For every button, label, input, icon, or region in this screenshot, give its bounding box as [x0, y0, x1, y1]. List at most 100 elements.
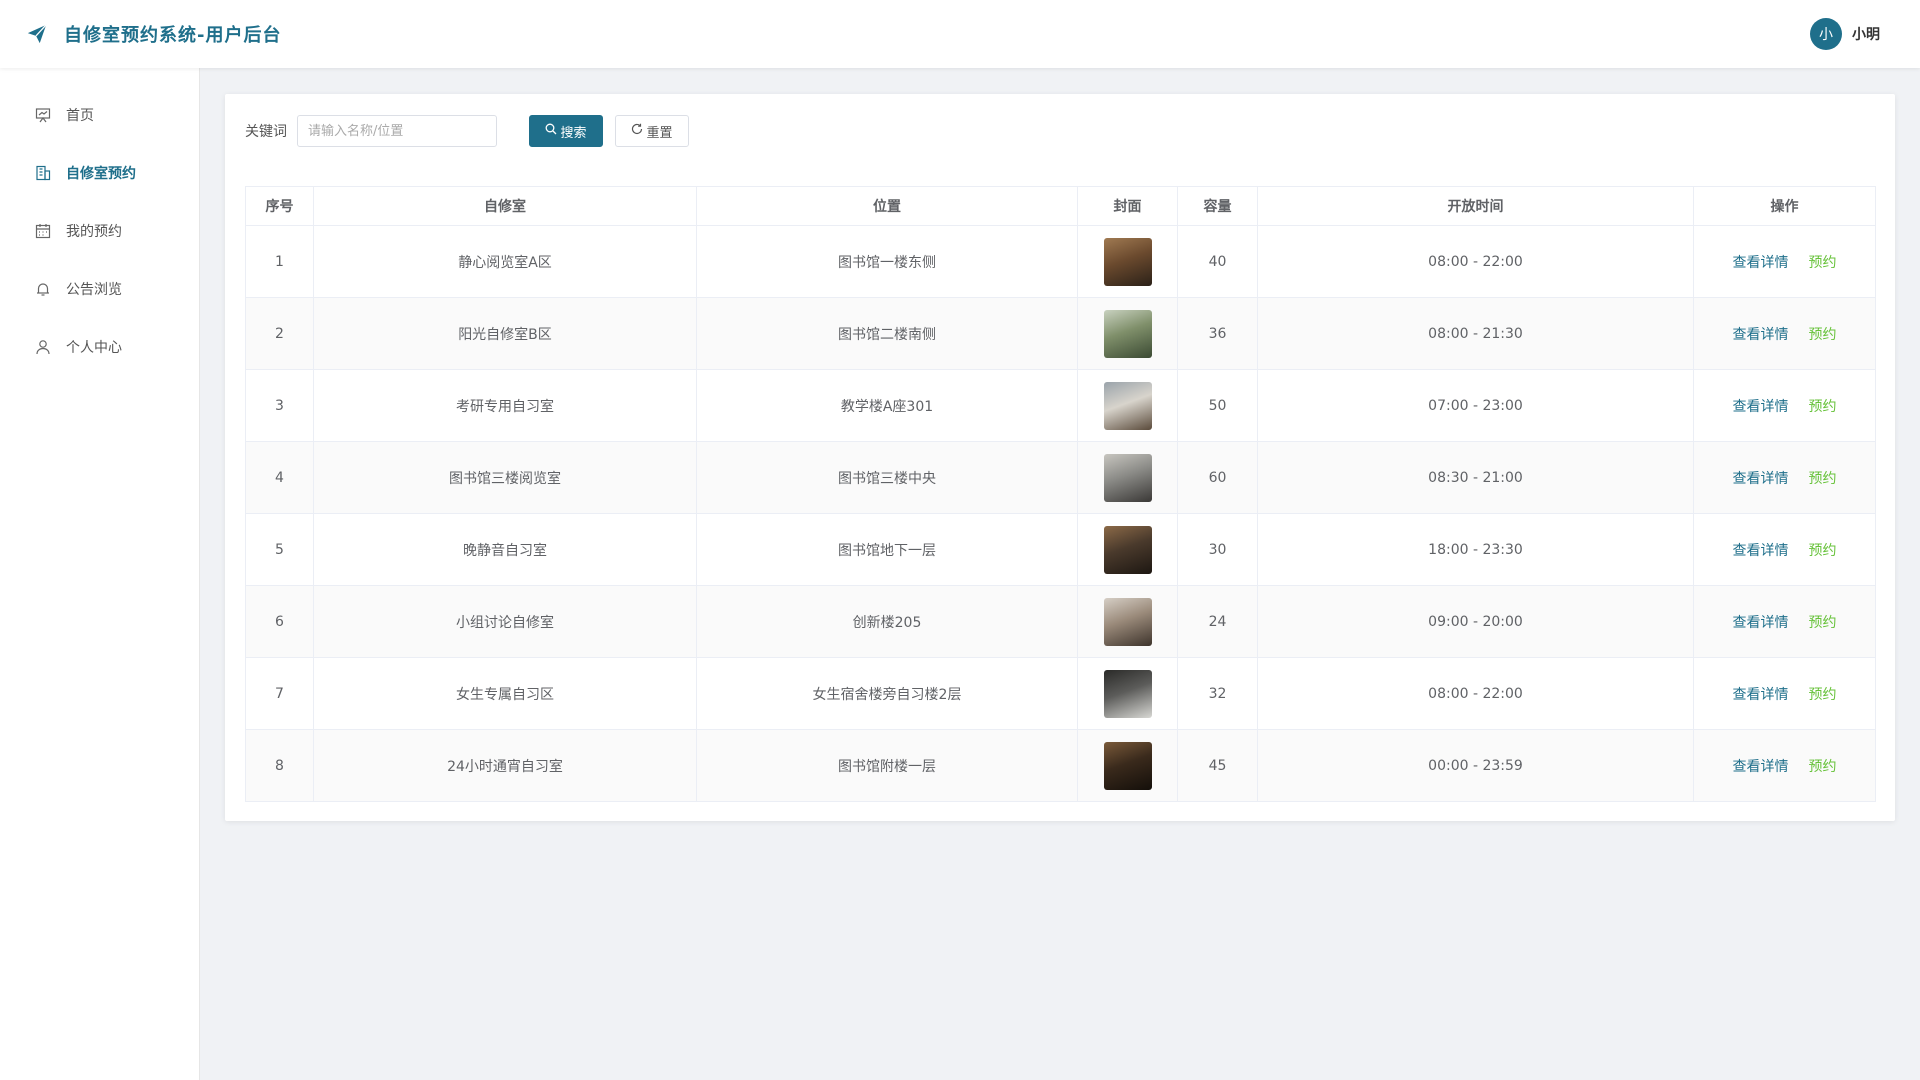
cover-cell	[1077, 513, 1178, 586]
room-list-card: 关键词 搜索 重置 序号 自修室 位置 封面 容量 开放时间	[225, 94, 1895, 821]
table-row: 1 静心阅览室A区 图书馆一楼东侧 40 08:00 - 22:00 查看详情 预约	[245, 225, 1876, 298]
top-header: 自修室预约系统-用户后台 小 小明	[0, 0, 1920, 68]
sidebar-item-my-booking[interactable]: 我的预约	[0, 202, 199, 260]
actions-cell: 查看详情 预约	[1693, 297, 1876, 370]
view-detail-link[interactable]: 查看详情	[1733, 324, 1789, 344]
room-name: 考研专用自习室	[313, 369, 697, 442]
room-hours: 08:30 - 21:00	[1257, 441, 1694, 514]
search-bar: 关键词 搜索 重置	[245, 115, 1875, 147]
view-detail-link[interactable]: 查看详情	[1733, 756, 1789, 776]
room-name: 阳光自修室B区	[313, 297, 697, 370]
room-location: 图书馆三楼中央	[696, 441, 1078, 514]
table-row: 3 考研专用自习室 教学楼A座301 50 07:00 - 23:00 查看详情 预约	[245, 369, 1876, 442]
sidebar: 首页 自修室预约 我的预约 公告浏览 个人中心	[0, 68, 200, 1080]
room-cover-image[interactable]	[1103, 525, 1152, 574]
sidebar-item-room-booking[interactable]: 自修室预约	[0, 144, 199, 202]
row-index: 3	[245, 369, 314, 442]
room-cover-image[interactable]	[1103, 453, 1152, 502]
cover-cell	[1077, 729, 1178, 802]
keyword-input[interactable]	[297, 115, 497, 147]
column-header: 位置	[696, 186, 1078, 226]
room-cover-image[interactable]	[1103, 381, 1152, 430]
room-location: 图书馆地下一层	[696, 513, 1078, 586]
room-hours: 08:00 - 22:00	[1257, 657, 1694, 730]
reserve-link[interactable]: 预约	[1809, 756, 1837, 776]
sidebar-item-notices[interactable]: 公告浏览	[0, 260, 199, 318]
cover-cell	[1077, 585, 1178, 658]
room-table: 序号 自修室 位置 封面 容量 开放时间 操作 1 静心阅览室A区 图书馆一楼东侧 4…	[245, 186, 1876, 802]
user-name[interactable]: 小明	[1852, 24, 1880, 44]
building-icon	[34, 164, 52, 182]
view-detail-link[interactable]: 查看详情	[1733, 612, 1789, 632]
reset-button[interactable]: 重置	[615, 115, 689, 147]
sidebar-item-label: 自修室预约	[66, 166, 136, 182]
avatar[interactable]: 小	[1810, 18, 1842, 50]
room-hours: 08:00 - 22:00	[1257, 225, 1694, 298]
row-index: 7	[245, 657, 314, 730]
room-cover-image[interactable]	[1103, 309, 1152, 358]
room-name: 图书馆三楼阅览室	[313, 441, 697, 514]
row-index: 6	[245, 585, 314, 658]
room-hours: 00:00 - 23:59	[1257, 729, 1694, 802]
reserve-link[interactable]: 预约	[1809, 252, 1837, 272]
sidebar-item-home[interactable]: 首页	[0, 86, 199, 144]
table-row: 6 小组讨论自修室 创新楼205 24 09:00 - 20:00 查看详情 预约	[245, 585, 1876, 658]
cover-cell	[1077, 657, 1178, 730]
view-detail-link[interactable]: 查看详情	[1733, 468, 1789, 488]
room-cover-image[interactable]	[1103, 597, 1152, 646]
table-row: 4 图书馆三楼阅览室 图书馆三楼中央 60 08:30 - 21:00 查看详情 预约	[245, 441, 1876, 514]
reserve-link[interactable]: 预约	[1809, 396, 1837, 416]
room-hours: 08:00 - 21:30	[1257, 297, 1694, 370]
cover-cell	[1077, 297, 1178, 370]
room-hours: 07:00 - 23:00	[1257, 369, 1694, 442]
table-row: 8 24小时通宵自习室 图书馆附楼一层 45 00:00 - 23:59 查看详情 预约	[245, 729, 1876, 802]
room-name: 静心阅览室A区	[313, 225, 697, 298]
actions-cell: 查看详情 预约	[1693, 513, 1876, 586]
room-cover-image[interactable]	[1103, 237, 1152, 286]
room-hours: 09:00 - 20:00	[1257, 585, 1694, 658]
search-button[interactable]: 搜索	[529, 115, 603, 147]
actions-cell: 查看详情 预约	[1693, 729, 1876, 802]
room-capacity: 30	[1177, 513, 1258, 586]
room-name: 晚静音自习室	[313, 513, 697, 586]
search-button-label: 搜索	[560, 125, 587, 141]
row-index: 4	[245, 441, 314, 514]
room-cover-image[interactable]	[1103, 669, 1152, 718]
search-icon	[545, 123, 557, 139]
room-location: 图书馆二楼南侧	[696, 297, 1078, 370]
paper-plane-icon	[26, 23, 48, 45]
room-capacity: 36	[1177, 297, 1258, 370]
cover-cell	[1077, 441, 1178, 514]
reserve-link[interactable]: 预约	[1809, 684, 1837, 704]
room-location: 图书馆一楼东侧	[696, 225, 1078, 298]
room-capacity: 24	[1177, 585, 1258, 658]
room-hours: 18:00 - 23:30	[1257, 513, 1694, 586]
room-capacity: 45	[1177, 729, 1258, 802]
sidebar-item-label: 我的预约	[66, 224, 122, 240]
actions-cell: 查看详情 预约	[1693, 585, 1876, 658]
sidebar-item-profile[interactable]: 个人中心	[0, 318, 199, 376]
reserve-link[interactable]: 预约	[1809, 468, 1837, 488]
reset-button-label: 重置	[646, 125, 673, 141]
reserve-link[interactable]: 预约	[1809, 612, 1837, 632]
room-cover-image[interactable]	[1103, 741, 1152, 790]
user-icon	[34, 338, 52, 356]
sidebar-item-label: 公告浏览	[66, 282, 122, 298]
row-index: 5	[245, 513, 314, 586]
room-location: 女生宿舍楼旁自习楼2层	[696, 657, 1078, 730]
user-menu[interactable]: 小 小明	[1810, 18, 1880, 50]
room-name: 24小时通宵自习室	[313, 729, 697, 802]
view-detail-link[interactable]: 查看详情	[1733, 540, 1789, 560]
view-detail-link[interactable]: 查看详情	[1733, 684, 1789, 704]
column-header: 容量	[1177, 186, 1258, 226]
room-name: 小组讨论自修室	[313, 585, 697, 658]
row-index: 1	[245, 225, 314, 298]
reserve-link[interactable]: 预约	[1809, 324, 1837, 344]
actions-cell: 查看详情 预约	[1693, 441, 1876, 514]
room-name: 女生专属自习区	[313, 657, 697, 730]
room-location: 创新楼205	[696, 585, 1078, 658]
view-detail-link[interactable]: 查看详情	[1733, 252, 1789, 272]
reserve-link[interactable]: 预约	[1809, 540, 1837, 560]
view-detail-link[interactable]: 查看详情	[1733, 396, 1789, 416]
row-index: 2	[245, 297, 314, 370]
